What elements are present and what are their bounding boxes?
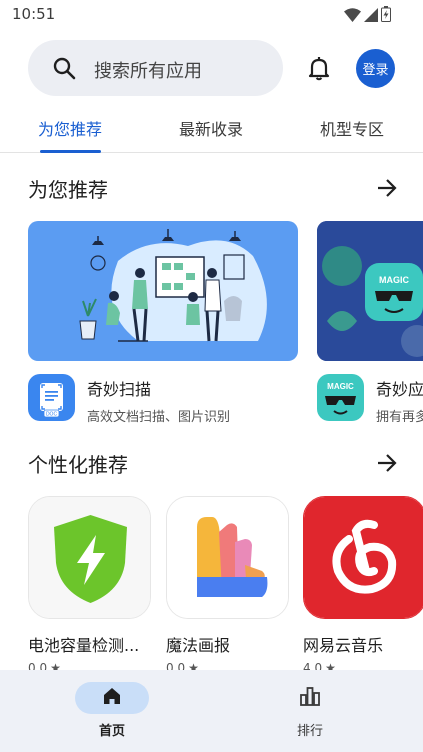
magic-app-icon: MAGIC: [317, 374, 364, 421]
app-description: 高效文档扫描、图片识别: [87, 410, 231, 425]
tab-indicator: [40, 150, 101, 153]
nav-home[interactable]: 首页: [72, 682, 152, 739]
banner-magic-illustration: MAGIC: [317, 221, 423, 361]
tab-new[interactable]: 最新收录: [179, 116, 243, 140]
battery-icon: [381, 6, 391, 26]
svg-text:MAGIC: MAGIC: [379, 275, 409, 285]
nav-ranking-pill: [273, 682, 347, 714]
app-card[interactable]: 电池容量检测... 0.0 ★: [28, 496, 151, 675]
arrow-right-icon[interactable]: [376, 177, 398, 203]
svg-text:MAGIC: MAGIC: [327, 382, 354, 391]
nav-ranking[interactable]: 排行: [270, 682, 350, 739]
bottom-nav: 首页 排行: [0, 670, 423, 752]
home-icon: [102, 686, 122, 710]
nav-ranking-label: 排行: [296, 724, 323, 739]
status-icons: [344, 6, 391, 26]
section-header-recommended[interactable]: 为您推荐: [28, 174, 398, 204]
app-name: 电池容量检测...: [28, 636, 140, 655]
app-name: 奇妙应用: [376, 380, 423, 399]
wifi-icon: [344, 7, 361, 26]
status-bar: 10:51: [0, 0, 423, 30]
login-button[interactable]: 登录: [356, 49, 395, 88]
section-title: 为您推荐: [28, 178, 108, 202]
app-description: 拥有再多: [376, 410, 423, 425]
app-card[interactable]: 魔法画报 0.0 ★: [166, 496, 289, 675]
app-name: 奇妙扫描: [87, 380, 152, 399]
arrow-right-icon[interactable]: [376, 452, 398, 478]
ranking-chart-icon: [299, 685, 321, 711]
svg-text:DOC: DOC: [46, 412, 58, 418]
netease-music-app-icon: [303, 496, 423, 619]
doc-scan-app-icon: DOC: [28, 374, 75, 421]
featured-banner-scan[interactable]: [28, 221, 298, 361]
wallpaper-app-icon: [166, 496, 289, 619]
featured-banner-magic[interactable]: MAGIC: [317, 221, 423, 361]
tab-device[interactable]: 机型专区: [320, 116, 384, 140]
battery-app-icon: [28, 496, 151, 619]
nav-home-label: 首页: [98, 724, 125, 739]
top-tabs: 为您推荐 最新收录 机型专区: [0, 100, 423, 153]
section-title: 个性化推荐: [28, 453, 128, 477]
search-placeholder: 搜索所有应用: [94, 61, 202, 82]
nav-home-pill: [75, 682, 149, 714]
tab-recommended[interactable]: 为您推荐: [38, 116, 102, 140]
search-icon: [52, 56, 76, 84]
app-name: 网易云音乐: [303, 636, 384, 655]
featured-app-item[interactable]: DOC 奇妙扫描 高效文档扫描、图片识别: [28, 374, 230, 425]
banner-illustration: [79, 229, 267, 342]
section-header-personalized[interactable]: 个性化推荐: [28, 449, 398, 479]
app-card[interactable]: 网易云音乐 4.0 ★: [303, 496, 423, 675]
signal-icon: [364, 7, 378, 26]
app-name: 魔法画报: [166, 636, 231, 655]
notification-bell-icon[interactable]: [306, 55, 332, 85]
featured-app-item[interactable]: MAGIC 奇妙应用 拥有再多: [317, 374, 423, 425]
search-bar[interactable]: 搜索所有应用: [28, 40, 283, 96]
status-time: 10:51: [12, 5, 56, 23]
